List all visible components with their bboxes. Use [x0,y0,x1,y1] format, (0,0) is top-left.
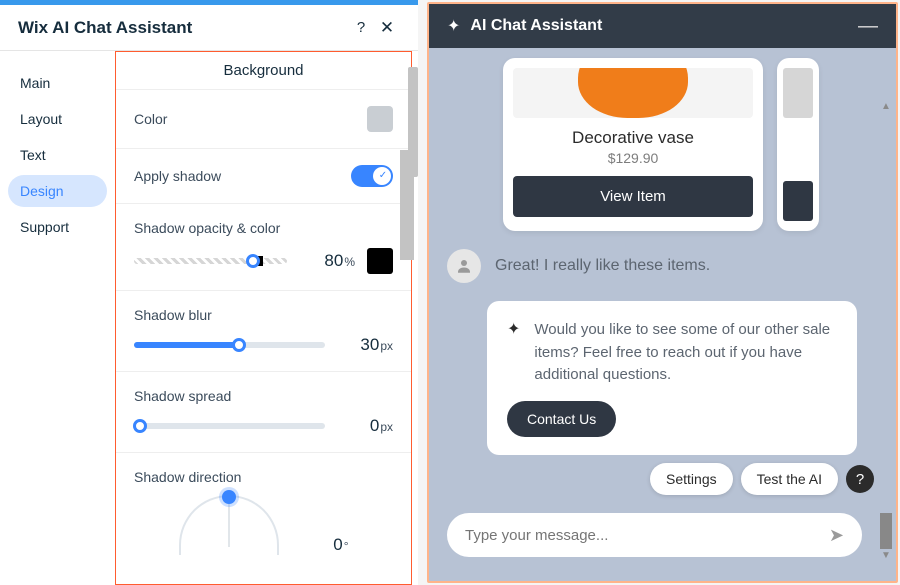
settings-button[interactable]: Settings [650,463,733,495]
sidebar-item-design[interactable]: Design [8,175,107,207]
shadow-direction-value: 0° [293,535,349,555]
shadow-opacity-value: 80% [299,251,355,271]
product-card-next[interactable] [777,58,819,231]
sidebar-item-main[interactable]: Main [8,67,107,99]
ai-message-bubble: ✦ Would you like to see some of our othe… [487,301,857,455]
row-shadow-blur: Shadow blur 30px [116,290,411,371]
ai-message-text: Would you like to see some of our other … [534,319,837,387]
help-button[interactable]: ? [846,465,874,493]
user-message-text: Great! I really like these items. [495,257,710,275]
shadow-direction-dial[interactable] [179,495,279,555]
send-icon[interactable]: ➤ [829,525,844,546]
apply-shadow-toggle[interactable]: ✓ [351,165,393,187]
sparkle-icon: ✦ [507,319,520,387]
test-ai-button[interactable]: Test the AI [741,463,838,495]
design-section: Background Color Apply shadow ✓ [115,51,412,585]
row-shadow-spread: Shadow spread 0px [116,371,411,452]
shadow-color-swatch[interactable] [367,248,393,274]
shadow-opacity-slider[interactable] [134,258,287,264]
chat-preview: ✦ AI Chat Assistant — Decorative vase $1… [427,2,898,583]
shadow-spread-label: Shadow spread [134,388,393,404]
shadow-blur-label: Shadow blur [134,307,393,323]
product-price: $129.90 [513,150,753,166]
apply-shadow-label: Apply shadow [134,168,221,184]
sidebar-item-layout[interactable]: Layout [8,103,107,135]
product-name: Decorative vase [513,128,753,148]
color-label: Color [134,111,167,127]
shadow-direction-label: Shadow direction [134,469,393,485]
shadow-blur-value: 30px [337,335,393,355]
sidebar-item-support[interactable]: Support [8,211,107,243]
page-scrollbar[interactable] [400,150,414,260]
product-image [783,68,813,118]
scroll-up-icon[interactable]: ▲ [880,100,892,114]
message-input[interactable] [465,527,829,544]
floating-actions: Settings Test the AI ? [650,463,874,495]
close-icon[interactable]: ✕ [374,18,400,38]
check-icon: ✓ [378,169,388,179]
shadow-opacity-label: Shadow opacity & color [134,220,393,236]
row-color: Color [116,89,411,148]
design-scrollbar[interactable] [408,61,418,568]
panel-header: Wix AI Chat Assistant ? ✕ [0,5,418,51]
message-composer: ➤ [447,513,862,557]
settings-sidebar: Main Layout Text Design Support [0,51,115,585]
color-swatch[interactable] [367,106,393,132]
panel-title: Wix AI Chat Assistant [18,18,348,38]
chat-title: AI Chat Assistant [470,17,858,35]
product-card: Decorative vase $129.90 View Item [503,58,763,231]
view-item-button[interactable]: View Item [513,176,753,217]
shadow-spread-slider[interactable] [134,423,325,429]
avatar [447,249,481,283]
minimize-icon[interactable]: — [858,15,878,38]
contact-us-button[interactable]: Contact Us [507,401,616,437]
scroll-down-icon[interactable]: ▼ [880,549,892,563]
product-carousel: Decorative vase $129.90 View Item [447,58,878,231]
chat-scrollbar[interactable]: ▲ ▼ [880,100,892,563]
product-image [513,68,753,118]
section-title: Background [116,56,411,89]
shadow-spread-value: 0px [337,416,393,436]
row-shadow-direction: Shadow direction 0° [116,452,411,571]
settings-panel: Wix AI Chat Assistant ? ✕ Main Layout Te… [0,0,418,585]
shadow-blur-slider[interactable] [134,342,325,348]
sparkle-icon: ✦ [447,16,460,36]
sidebar-item-text[interactable]: Text [8,139,107,171]
chat-header: ✦ AI Chat Assistant — [429,4,896,48]
help-icon[interactable]: ? [348,19,374,36]
user-message-row: Great! I really like these items. [447,249,878,283]
row-shadow-opacity: Shadow opacity & color 80% [116,203,411,290]
view-item-button[interactable] [783,181,813,221]
row-apply-shadow: Apply shadow ✓ [116,148,411,203]
